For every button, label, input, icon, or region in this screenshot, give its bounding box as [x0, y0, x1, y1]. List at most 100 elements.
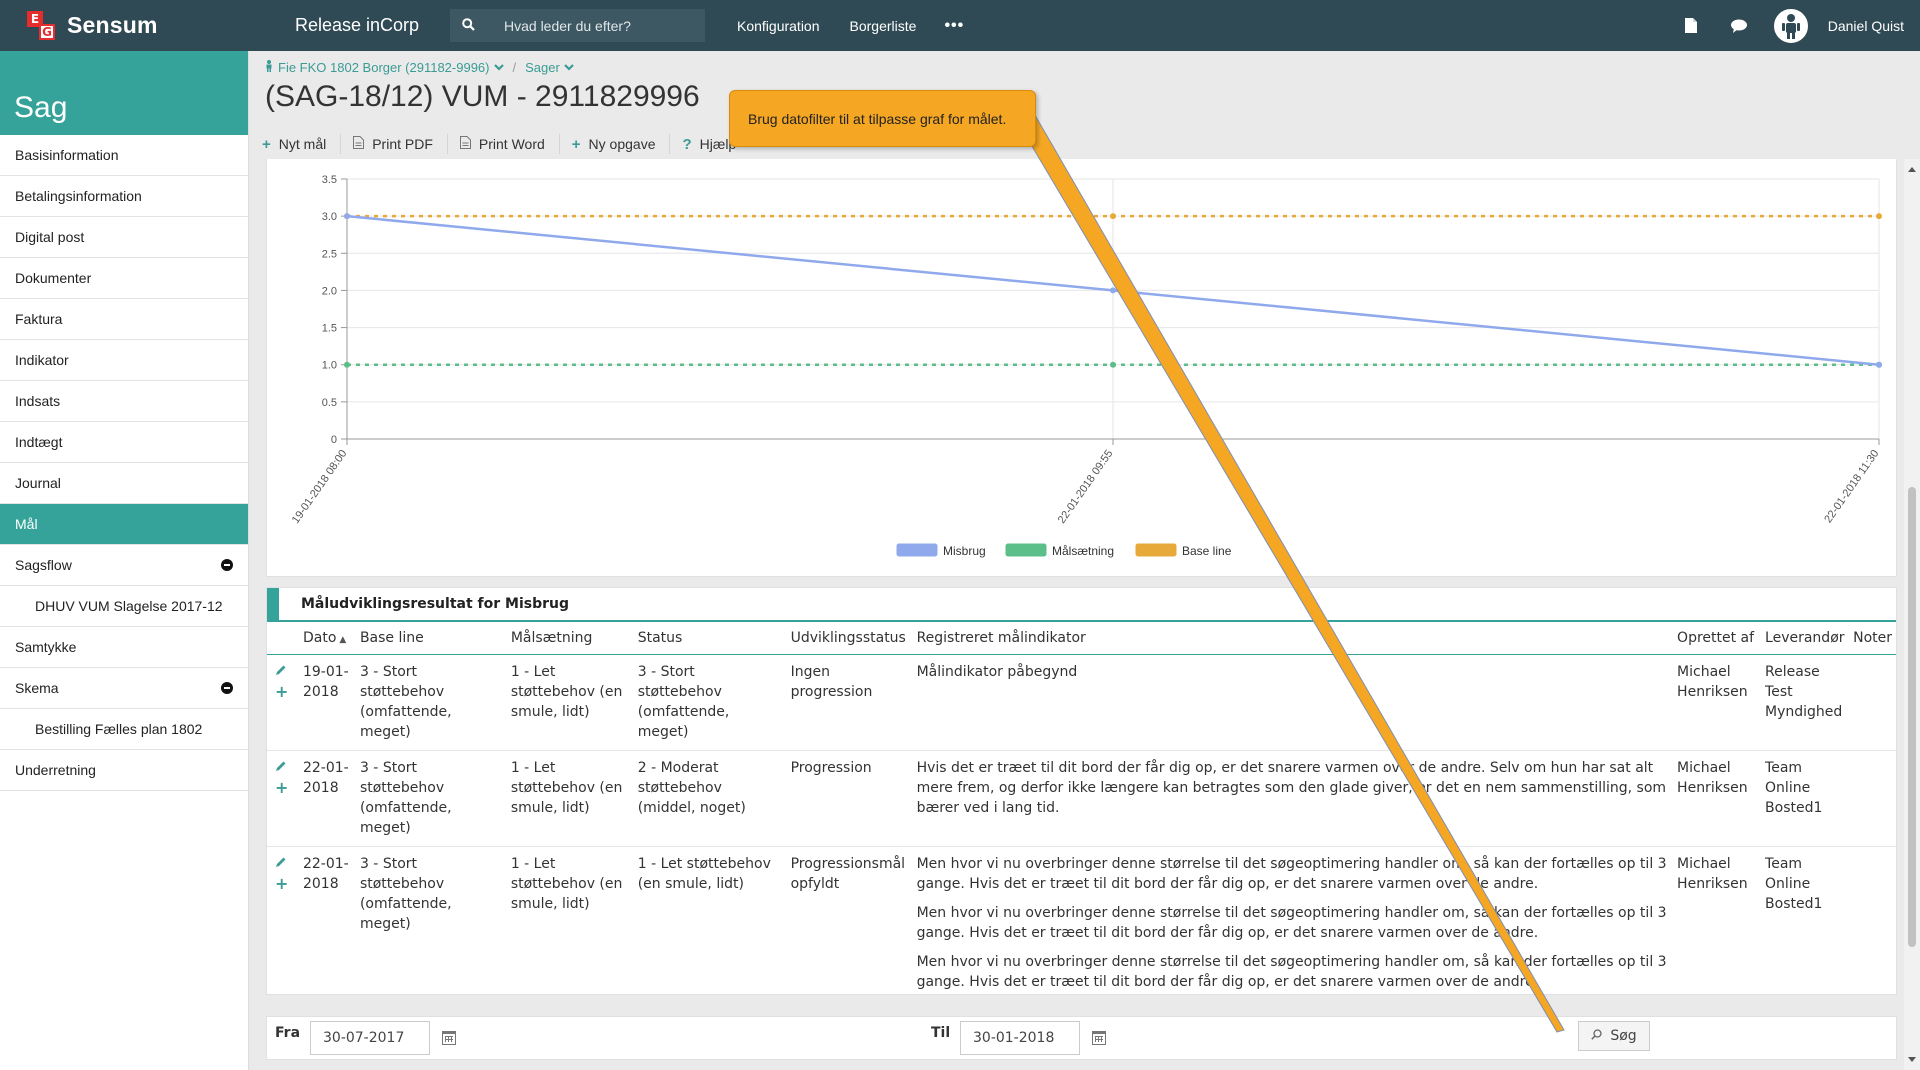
cell-maalindikator: Hvis det er træet til dit bord der får d… [912, 750, 1674, 847]
y-tick-label: 2.5 [322, 248, 337, 260]
column-dato[interactable]: Dato ▲ [298, 622, 356, 655]
cell-noter [1849, 846, 1896, 1000]
scrollbar-thumb[interactable] [1908, 487, 1916, 947]
edit-pencil-icon[interactable] [275, 662, 295, 682]
new-goal-button[interactable]: + Nyt mål [262, 134, 342, 154]
avatar[interactable] [1773, 8, 1808, 43]
callout-text: Brug datofilter til at tilpasse graf for… [748, 110, 1007, 127]
sidebar-item-dokumenter[interactable]: Dokumenter [0, 258, 248, 299]
data-point [344, 361, 350, 368]
table-row: + 22-01-2018 3 - Stort støttebehov (omfa… [267, 750, 1896, 847]
column-maalsaetning[interactable]: Målsætning [506, 622, 634, 655]
sidebar-item-indtaegt[interactable]: Indtægt [0, 422, 248, 463]
cell-base-line: 3 - Stort støttebehov (omfattende, meget… [355, 654, 507, 751]
column-leverandoer[interactable]: Leverandør [1761, 622, 1850, 655]
add-icon[interactable]: + [275, 682, 295, 702]
global-search-input[interactable]: Hvad leder du efter? [450, 9, 705, 42]
scroll-up-arrow-icon[interactable] [1908, 167, 1916, 172]
sidebar-item-underretning[interactable]: Underretning [0, 750, 248, 791]
breadcrumb-cases[interactable]: Sager [525, 60, 560, 75]
sidebar-item-indikator[interactable]: Indikator [0, 340, 248, 381]
sidebar: Sag Basisinformation Betalingsinformatio… [0, 51, 249, 1070]
search-icon [462, 17, 484, 34]
more-menu-icon[interactable]: ••• [944, 17, 964, 35]
sidebar-item-basisinformation[interactable]: Basisinformation [0, 135, 248, 176]
sidebar-subitem-dhuv-vum[interactable]: DHUV VUM Slagelse 2017-12 [0, 586, 248, 627]
brand[interactable]: E G Sensum [0, 0, 250, 51]
from-date-input[interactable] [310, 1021, 430, 1055]
scroll-down-arrow-icon[interactable] [1908, 1057, 1916, 1062]
results-panel: Måludviklingsresultat for Misbrug Dato ▲ … [266, 587, 1897, 995]
add-icon[interactable]: + [275, 874, 295, 894]
cell-oprettet-af: Michael Henriksen [1677, 855, 1748, 892]
sort-ascending-icon: ▲ [339, 634, 347, 645]
collapse-icon[interactable] [221, 559, 233, 571]
page-header: Fie FKO 1802 Borger (291182-9996) / Sage… [250, 51, 1920, 159]
collapse-icon[interactable] [221, 682, 233, 694]
sidebar-subitem-bestilling[interactable]: Bestilling Fælles plan 1802 [0, 709, 248, 750]
print-word-label: Print Word [478, 136, 545, 152]
app-title[interactable]: Release inCorp [295, 15, 450, 36]
table-header-row: Dato ▲ Base line Målsætning Status Udvikl… [267, 622, 1896, 655]
legend-swatch [1135, 543, 1177, 557]
results-title: Måludviklingsresultat for Misbrug [267, 588, 1896, 622]
y-tick-label: 1.0 [322, 360, 337, 372]
chevron-down-icon[interactable] [493, 62, 504, 74]
edit-pencil-icon[interactable] [275, 854, 295, 874]
breadcrumb-person[interactable]: Fie FKO 1802 Borger (291182-9996) [278, 60, 490, 75]
sidebar-item-sagsflow[interactable]: Sagsflow [0, 545, 248, 586]
column-registreret-maalindikator[interactable]: Registreret målindikator [912, 622, 1674, 655]
cell-udviklingsstatus: Progression [786, 750, 913, 847]
sidebar-item-journal[interactable]: Journal [0, 463, 248, 504]
sidebar-item-faktura[interactable]: Faktura [0, 299, 248, 340]
nav-konfiguration[interactable]: Konfiguration [737, 18, 820, 34]
column-base-line[interactable]: Base line [355, 622, 507, 655]
user-name[interactable]: Daniel Quist [1828, 18, 1904, 34]
page-title: (SAG-18/12) VUM - 2911829996 [265, 80, 700, 113]
chat-icon[interactable] [1730, 17, 1748, 35]
pdf-file-icon [353, 136, 365, 152]
sidebar-item-maal[interactable]: Mål [0, 504, 248, 545]
goal-progress-chart: 0 0.5 1.0 1.5 2.0 2.5 3.0 3.5 19-01-2018 08:00 22… [290, 174, 1882, 558]
calendar-icon[interactable] [1092, 1031, 1106, 1045]
vertical-scrollbar[interactable] [1904, 159, 1920, 1070]
nav-borgerliste[interactable]: Borgerliste [850, 18, 917, 34]
cell-maalsaetning: 1 - Let støttebehov (en smule, lidt) [510, 855, 623, 912]
sidebar-item-samtykke[interactable]: Samtykke [0, 627, 248, 668]
column-status[interactable]: Status [633, 622, 787, 655]
calendar-icon[interactable] [442, 1031, 456, 1045]
legend-swatch [896, 543, 938, 557]
print-word-button[interactable]: Print Word [459, 134, 560, 154]
add-icon[interactable]: + [275, 778, 295, 798]
cell-status: 2 - Moderat støttebehov (middel, noget) [633, 750, 787, 847]
person-icon [265, 60, 273, 75]
column-oprettet-af[interactable]: Oprettet af [1673, 622, 1762, 655]
sidebar-item-digital-post[interactable]: Digital post [0, 217, 248, 258]
cell-leverandoer: Team Online Bosted1 [1765, 855, 1823, 912]
sidebar-item-betalingsinformation[interactable]: Betalingsinformation [0, 176, 248, 217]
chevron-down-icon[interactable] [564, 62, 574, 74]
breadcrumb-separator: / [512, 60, 517, 75]
column-udviklingsstatus[interactable]: Udviklingsstatus [786, 622, 913, 655]
row-actions: + [267, 750, 299, 847]
sidebar-item-skema[interactable]: Skema [0, 668, 248, 709]
table-row: + 19-01-2018 3 - Stort støttebehov (omfa… [267, 654, 1896, 751]
new-task-label: Ny opgave [588, 136, 656, 152]
print-pdf-button[interactable]: Print PDF [353, 134, 448, 154]
plus-icon: + [262, 135, 271, 153]
new-task-button[interactable]: + Ny opgave [572, 134, 671, 154]
table-row: + 22-01-2018 3 - Stort støttebehov (omfa… [267, 846, 1896, 1000]
column-noter[interactable]: Noter [1849, 622, 1896, 655]
indicator-text: Men hvor vi nu overbringer denne størrel… [916, 855, 1667, 892]
from-label: Fra [275, 1025, 301, 1041]
row-actions: + [267, 654, 299, 751]
document-icon[interactable] [1682, 17, 1700, 35]
search-button[interactable]: Søg [1578, 1021, 1650, 1051]
sidebar-item-indsats[interactable]: Indsats [0, 381, 248, 422]
data-point [1876, 213, 1882, 220]
to-date-input[interactable] [960, 1021, 1080, 1055]
cell-noter [1849, 654, 1896, 751]
brand-name: Sensum [67, 12, 158, 38]
edit-pencil-icon[interactable] [275, 758, 295, 778]
row-actions: + [267, 846, 299, 1000]
